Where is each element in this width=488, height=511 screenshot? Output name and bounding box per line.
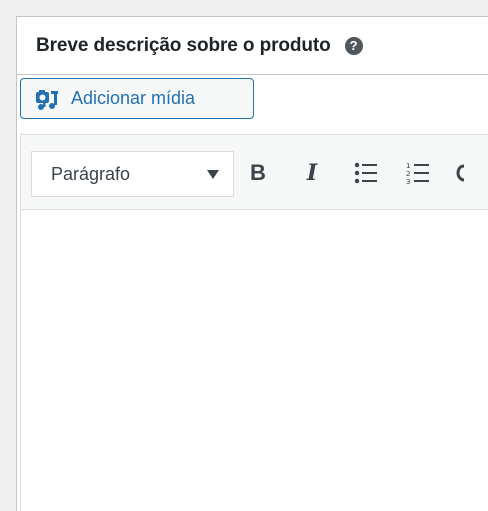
add-media-icon (35, 87, 59, 111)
add-media-button[interactable]: Adicionar mídia (20, 78, 254, 119)
panel-title: Breve descrição sobre o produto (36, 34, 331, 56)
numbered-list-icon: 1 2 3 (406, 162, 429, 185)
bullet-list-icon (354, 162, 377, 184)
help-icon[interactable]: ? (344, 36, 363, 55)
quote-icon (456, 164, 465, 182)
svg-text:3: 3 (406, 178, 410, 185)
svg-text:2: 2 (406, 170, 410, 178)
add-media-label: Adicionar mídia (71, 88, 196, 108)
italic-button[interactable]: I (299, 157, 325, 189)
svg-text:1: 1 (406, 162, 410, 170)
editor: Parágrafo B I 1 2 3 (20, 134, 488, 511)
editor-toolbar: Parágrafo B I 1 2 3 (21, 135, 488, 210)
panel-header: Breve descrição sobre o produto ? (17, 17, 488, 75)
numbered-list-button[interactable]: 1 2 3 (404, 157, 432, 189)
blockquote-button[interactable] (454, 157, 474, 189)
paragraph-format-select[interactable]: Parágrafo (31, 151, 234, 197)
caret-down-icon (207, 170, 219, 179)
format-select-value: Parágrafo (51, 163, 131, 184)
bold-button[interactable]: B (245, 157, 271, 189)
bullet-list-button[interactable] (352, 157, 380, 189)
editor-content-area[interactable] (21, 210, 488, 511)
